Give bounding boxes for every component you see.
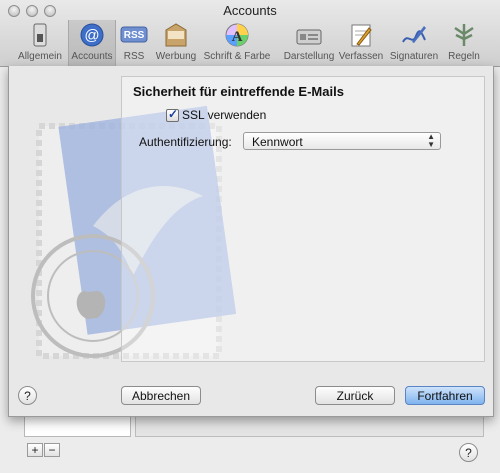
window-title: Accounts [223, 3, 277, 18]
ssl-checkbox[interactable]: ✓ [166, 107, 179, 122]
tab-label: Accounts [71, 51, 113, 62]
viewing-icon [295, 22, 323, 48]
tab-label: Werbung [155, 51, 197, 62]
svg-text:A: A [232, 29, 243, 45]
svg-text:RSS: RSS [124, 30, 145, 41]
tab-label: Regeln [448, 51, 480, 62]
tab-label: Darstellung [283, 51, 335, 62]
ssl-checkbox-label: SSL verwenden [182, 108, 267, 122]
auth-label: Authentifizierung: [139, 135, 232, 149]
signature-icon [400, 22, 428, 48]
tab-accounts[interactable]: @ Accounts [68, 20, 116, 66]
tab-label: RSS [123, 51, 145, 62]
tab-signaturen[interactable]: Signaturen [388, 20, 440, 66]
toolbar: Allgemein @ Accounts RSS RSS Werbung A S… [0, 20, 500, 66]
svg-text:@: @ [84, 27, 99, 44]
tab-label: Schrift & Farbe [203, 51, 271, 62]
continue-button[interactable]: Fortfahren [405, 386, 485, 405]
cancel-button[interactable]: Abbrechen [121, 386, 201, 405]
tab-label: Signaturen [389, 51, 439, 62]
tab-rss[interactable]: RSS RSS [118, 20, 150, 66]
account-setup-sheet: Sicherheit für eintreffende E-Mails ✓ SS… [8, 66, 494, 417]
tab-werbung[interactable]: Werbung [152, 20, 200, 66]
auth-select[interactable]: Kennwort ▲ ▼ [243, 132, 441, 150]
account-details-pane [135, 416, 484, 437]
preferences-help-button[interactable]: ? [459, 443, 478, 462]
auth-select-value: Kennwort [252, 135, 303, 149]
junk-mail-icon [162, 22, 190, 48]
tab-label: Allgemein [18, 51, 62, 62]
back-button[interactable]: Zurück [315, 386, 395, 405]
tab-verfassen[interactable]: Verfassen [338, 20, 384, 66]
accounts-list[interactable] [24, 416, 131, 437]
sheet-help-button[interactable]: ? [18, 386, 37, 405]
title-bar: Accounts Allgemein @ Accounts RSS RSS We… [0, 0, 500, 67]
tab-allgemein[interactable]: Allgemein [12, 20, 68, 66]
sheet-heading: Sicherheit für eintreffende E-Mails [133, 84, 344, 99]
compose-icon [347, 22, 375, 48]
tab-darstellung[interactable]: Darstellung [284, 20, 334, 66]
switch-icon [26, 22, 54, 48]
rss-icon: RSS [120, 22, 148, 48]
color-font-icon: A [223, 22, 251, 48]
add-account-button[interactable]: + [27, 443, 43, 457]
rules-icon [450, 22, 478, 48]
tab-regeln[interactable]: Regeln [444, 20, 484, 66]
checkmark-icon: ✓ [168, 107, 179, 121]
tab-schrift-farbe[interactable]: A Schrift & Farbe [202, 20, 272, 66]
at-icon: @ [78, 22, 106, 48]
tab-label: Verfassen [338, 51, 384, 62]
remove-account-button[interactable]: − [44, 443, 60, 457]
preferences-window: Accounts Allgemein @ Accounts RSS RSS We… [0, 0, 500, 473]
updown-arrows-icon: ▲ ▼ [427, 132, 435, 149]
